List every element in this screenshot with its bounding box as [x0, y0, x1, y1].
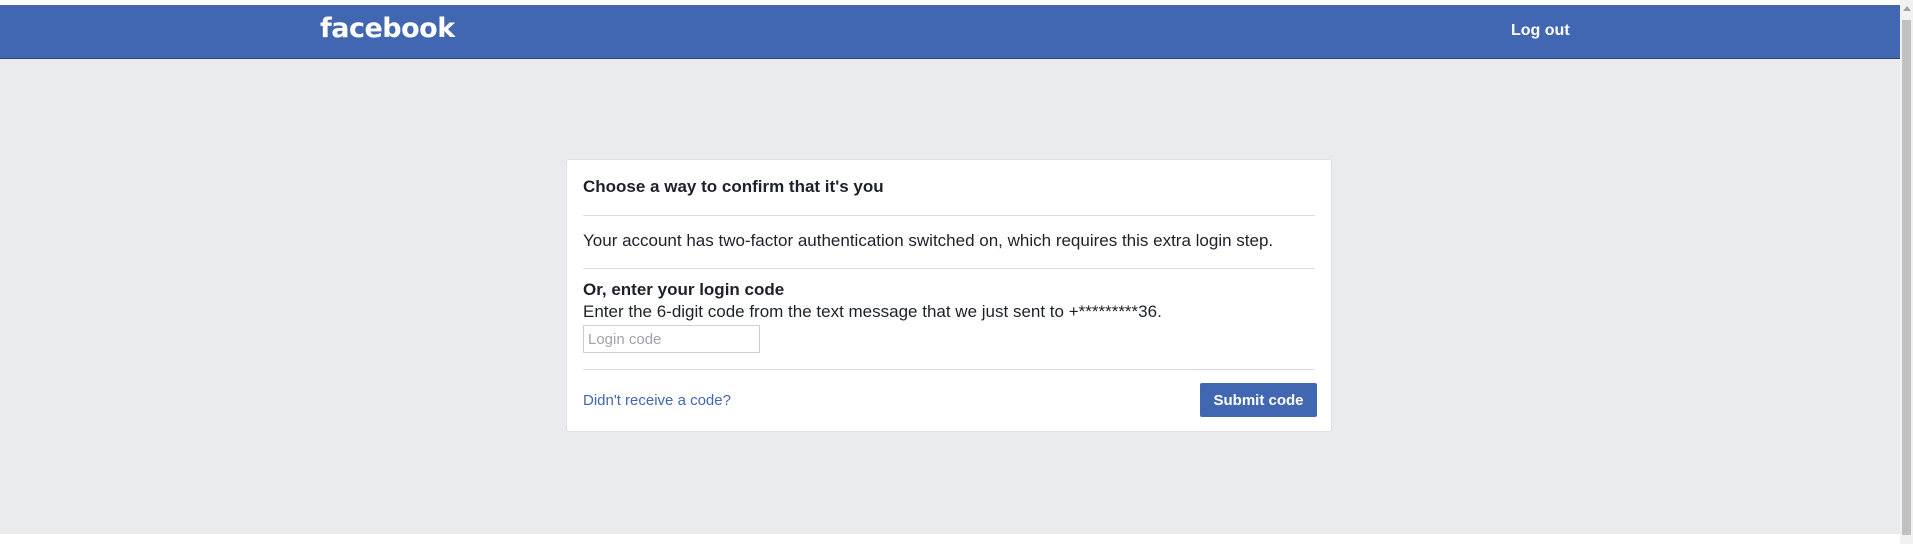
scroll-up-arrow-icon[interactable]: [1903, 6, 1911, 11]
login-approval-card: Choose a way to confirm that it's you Yo…: [566, 159, 1332, 432]
facebook-logo[interactable]: facebook: [320, 13, 455, 45]
login-code-input[interactable]: [583, 325, 760, 353]
logout-link[interactable]: Log out: [1511, 21, 1570, 40]
resend-code-link[interactable]: Didn't receive a code?: [583, 392, 731, 409]
card-title: Choose a way to confirm that it's you: [583, 177, 884, 196]
two-factor-info-text: Your account has two-factor authenticati…: [583, 231, 1274, 250]
login-code-heading: Or, enter your login code: [583, 280, 785, 299]
scrollbar-thumb[interactable]: [1902, 20, 1911, 535]
top-navigation-bar: facebook Log out: [0, 5, 1900, 59]
submit-code-button[interactable]: Submit code: [1200, 383, 1317, 417]
login-code-description: Enter the 6-digit code from the text mes…: [583, 302, 1162, 321]
divider: [583, 369, 1315, 370]
vertical-scrollbar[interactable]: [1900, 0, 1913, 544]
divider: [583, 215, 1315, 216]
divider: [583, 268, 1315, 269]
page-bottom-edge: [0, 534, 1900, 544]
